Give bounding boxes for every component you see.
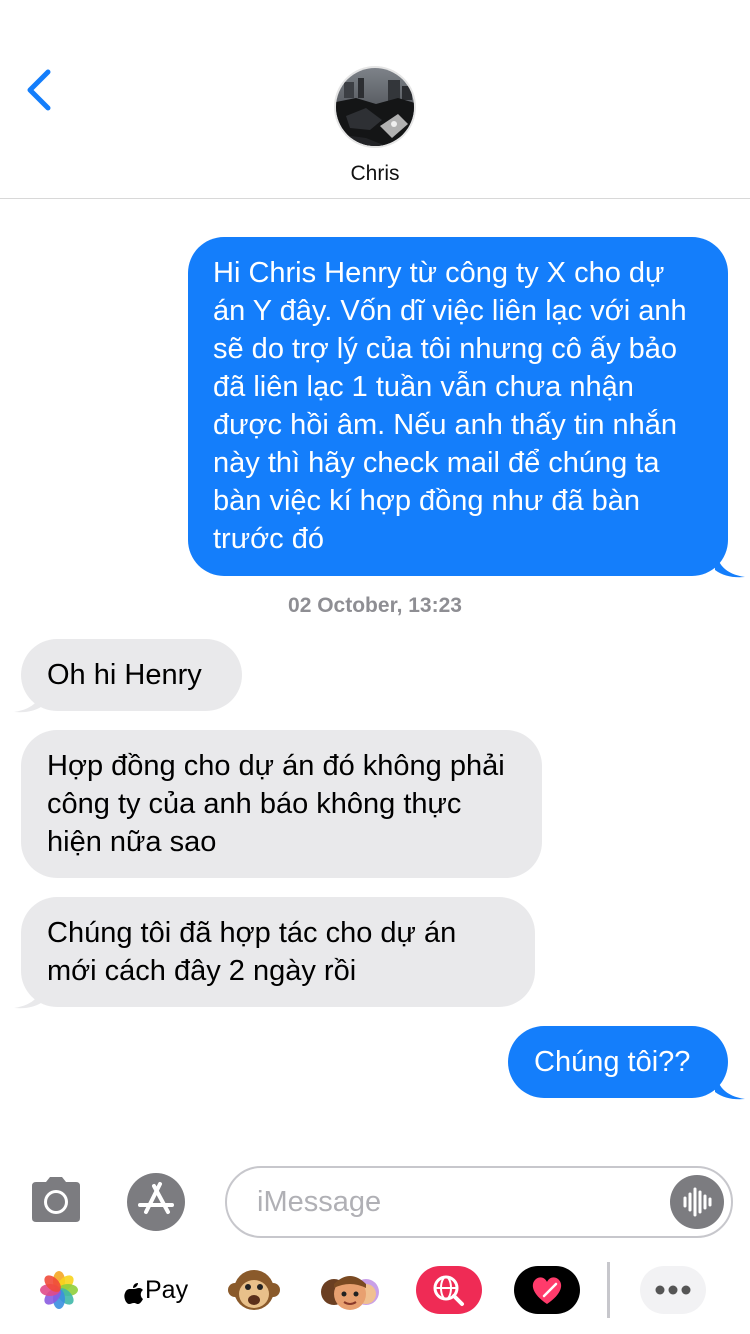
photos-app-button[interactable] (36, 1262, 82, 1318)
message-text: Chúng tôi?? (534, 1046, 691, 1078)
digital-touch-icon (514, 1266, 580, 1314)
incoming-message-bubble[interactable]: Chúng tôi đã hợp tác cho dự án mới cách … (21, 897, 535, 1007)
camera-button[interactable] (30, 1176, 82, 1224)
message-text: Oh hi Henry (47, 659, 202, 691)
animoji-app-button[interactable] (228, 1262, 280, 1318)
photos-icon (40, 1271, 78, 1309)
more-icon (640, 1266, 706, 1314)
bubble-tail (14, 683, 44, 713)
back-button[interactable] (22, 66, 62, 112)
drawer-divider (607, 1262, 610, 1318)
message-timestamp: 02 October, 13:23 (288, 594, 462, 617)
message-text: Hợp đồng cho dự án đó không phải công ty… (47, 750, 505, 858)
animoji-icon (228, 1270, 280, 1310)
message-input[interactable] (257, 1180, 657, 1224)
apple-pay-button[interactable]: Pay (124, 1262, 188, 1318)
images-search-button[interactable] (416, 1262, 482, 1318)
chevron-left-icon (27, 69, 51, 111)
images-search-icon (416, 1266, 482, 1314)
incoming-message-bubble[interactable]: Hợp đồng cho dự án đó không phải công ty… (21, 730, 542, 878)
bubble-tail (715, 1070, 745, 1100)
incoming-message-bubble[interactable]: Oh hi Henry (21, 639, 242, 711)
apple-pay-icon (124, 1283, 143, 1304)
camera-icon (32, 1177, 80, 1222)
app-store-button[interactable] (126, 1172, 190, 1232)
outgoing-message-bubble[interactable]: Chúng tôi?? (508, 1026, 728, 1098)
bubble-tail (715, 548, 745, 578)
bubble-tail (14, 979, 44, 1009)
app-store-icon (127, 1172, 188, 1232)
avatar[interactable] (334, 66, 416, 148)
conversation-header: Chris (0, 0, 750, 199)
waveform-icon (683, 1187, 712, 1217)
more-apps-button[interactable] (640, 1262, 706, 1318)
message-text: Chúng tôi đã hợp tác cho dự án mới cách … (47, 917, 457, 987)
contact-name[interactable]: Chris (0, 162, 750, 186)
memoji-stickers-icon (321, 1276, 379, 1310)
apple-pay-label: Pay (145, 1276, 189, 1304)
digital-touch-button[interactable] (514, 1262, 580, 1318)
message-input-container (225, 1166, 733, 1238)
memoji-stickers-button[interactable] (318, 1262, 382, 1318)
outgoing-message-bubble[interactable]: Hi Chris Henry từ công ty X cho dự án Y … (188, 237, 728, 576)
contact-photo (336, 68, 414, 146)
message-text: Hi Chris Henry từ công ty X cho dự án Y … (213, 257, 687, 555)
audio-message-button[interactable] (670, 1175, 724, 1229)
